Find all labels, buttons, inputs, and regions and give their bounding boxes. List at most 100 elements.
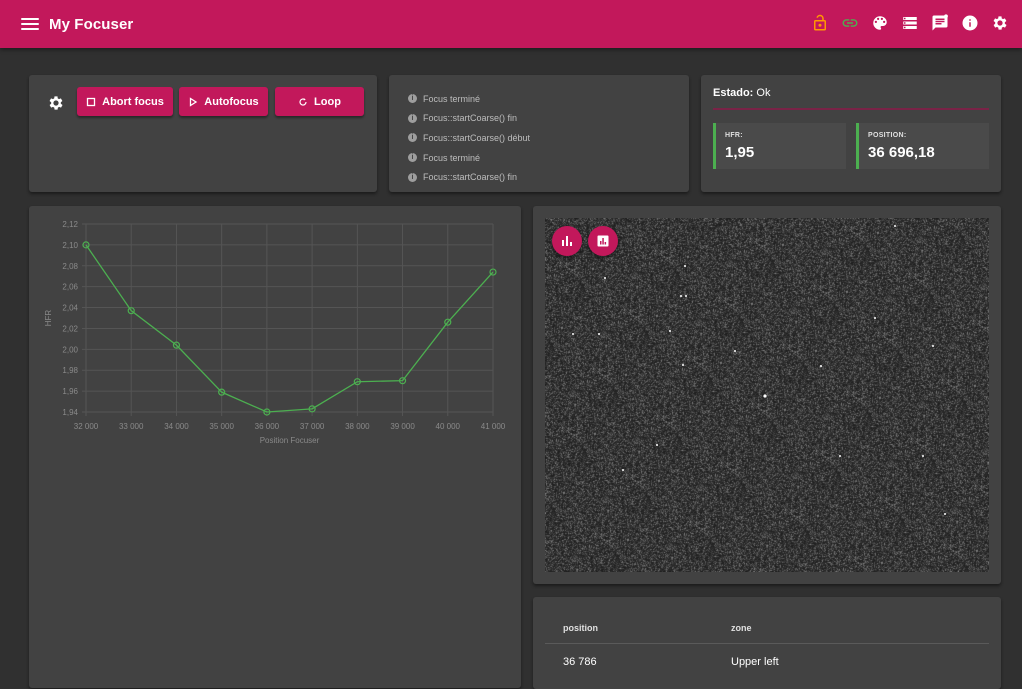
y-tick-label: 2,08 xyxy=(62,262,78,271)
status-label: Estado: xyxy=(713,87,754,99)
info-icon: i xyxy=(408,94,417,104)
log-item: i Focus::startCoarse() début xyxy=(408,128,530,148)
info-icon: i xyxy=(408,133,417,143)
info-icon: i xyxy=(408,153,417,163)
table-row[interactable]: 36 786 Upper left xyxy=(545,644,989,681)
star xyxy=(572,333,574,335)
position-tile: POSITION: 36 696,18 xyxy=(856,123,989,169)
palette-icon[interactable] xyxy=(870,13,890,33)
log-item: i Focus::startCoarse() fin xyxy=(408,109,530,129)
star xyxy=(604,277,606,279)
log-item: i Focus::startCoarse() fin xyxy=(408,167,530,187)
stop-icon xyxy=(86,97,96,106)
star xyxy=(839,455,841,457)
status-card: Estado: Ok HFR: 1,95 POSITION: 36 696,18 xyxy=(701,75,1001,192)
star xyxy=(669,330,671,332)
x-tick-label: 33 000 xyxy=(119,422,144,431)
abort-focus-button[interactable]: Abort focus xyxy=(77,87,173,116)
column-header-position[interactable]: position xyxy=(545,613,713,644)
focus-table: position zone 36 786 Upper left xyxy=(545,613,989,680)
status-divider xyxy=(713,108,989,110)
x-tick-label: 32 000 xyxy=(74,422,99,431)
status-line: Estado: Ok xyxy=(713,87,770,99)
star xyxy=(944,513,946,515)
cell-position: 36 786 xyxy=(563,656,597,668)
star xyxy=(684,265,686,267)
star xyxy=(820,365,822,367)
focus-curve-card: 32 000 33 000 34 000 35 000 36 000 37 000 38 0… xyxy=(29,206,521,688)
star xyxy=(734,350,736,352)
app-bar: My Focuser xyxy=(0,0,1022,48)
settings-icon[interactable] xyxy=(47,94,65,112)
star xyxy=(598,333,600,335)
settings-icon[interactable] xyxy=(990,13,1010,33)
menu-icon[interactable] xyxy=(21,15,39,33)
hfr-label: HFR: xyxy=(725,132,743,139)
y-tick-label: 2,10 xyxy=(62,241,78,250)
list-icon[interactable] xyxy=(900,13,920,33)
x-tick-label: 38 000 xyxy=(345,422,370,431)
info-icon: i xyxy=(408,172,417,182)
info-icon: i xyxy=(408,113,417,123)
link-icon[interactable] xyxy=(840,13,860,33)
x-tick-label: 37 000 xyxy=(300,422,325,431)
star xyxy=(680,295,682,297)
x-tick-label: 34 000 xyxy=(164,422,189,431)
y-tick-label: 2,04 xyxy=(62,304,78,313)
star xyxy=(932,345,934,347)
star xyxy=(763,394,767,398)
info-icon[interactable] xyxy=(960,13,980,33)
y-tick-label: 2,06 xyxy=(62,283,78,292)
focus-curve-chart: 32 000 33 000 34 000 35 000 36 000 37 000 38 0… xyxy=(44,220,506,445)
autofocus-button[interactable]: Autofocus xyxy=(179,87,268,116)
hfr-value: 1,95 xyxy=(725,144,755,161)
star xyxy=(874,317,876,319)
statistics-button[interactable] xyxy=(588,226,618,256)
histogram-button[interactable] xyxy=(552,226,582,256)
autofocus-label: Autofocus xyxy=(204,95,259,108)
app-title: My Focuser xyxy=(49,15,134,33)
position-label: POSITION: xyxy=(868,132,907,139)
x-tick-label: 41 000 xyxy=(481,422,506,431)
y-tick-label: 2,02 xyxy=(62,324,78,333)
stars-layer xyxy=(572,225,946,515)
refresh-icon xyxy=(299,97,307,106)
analytics-icon xyxy=(597,235,609,247)
focus-table-card: position zone 36 786 Upper left xyxy=(533,597,1001,689)
hfr-tile: HFR: 1,95 xyxy=(713,123,846,169)
x-tick-label: 40 000 xyxy=(436,422,461,431)
x-tick-label: 35 000 xyxy=(209,422,234,431)
star xyxy=(622,469,624,471)
loop-label: Loop xyxy=(314,95,341,108)
star xyxy=(682,364,684,366)
star xyxy=(922,455,924,457)
y-tick-label: 1,96 xyxy=(62,387,78,396)
y-tick-label: 1,98 xyxy=(62,366,78,375)
y-tick-label: 2,00 xyxy=(62,345,78,354)
x-axis-title: Position Focuser xyxy=(260,436,320,445)
cell-zone: Upper left xyxy=(731,656,779,668)
bar-chart-icon xyxy=(562,236,572,246)
message-icon[interactable] xyxy=(930,13,950,33)
toolbar xyxy=(810,13,1010,33)
column-header-zone[interactable]: zone xyxy=(713,613,989,644)
lock-open-icon[interactable] xyxy=(810,13,830,33)
status-value: Ok xyxy=(756,87,771,99)
y-axis-title: HFR xyxy=(44,310,53,327)
play-icon xyxy=(190,96,198,107)
x-tick-label: 39 000 xyxy=(390,422,415,431)
y-tick-label: 1,94 xyxy=(62,408,78,417)
abort-focus-label: Abort focus xyxy=(102,95,164,108)
y-tick-label: 2,12 xyxy=(62,220,78,229)
star xyxy=(894,225,896,227)
log-item: i Focus terminé xyxy=(408,148,530,168)
position-value: 36 696,18 xyxy=(868,144,935,161)
star xyxy=(685,295,687,297)
focus-controls-card: Abort focus Autofocus Loop xyxy=(29,75,377,192)
x-tick-label: 36 000 xyxy=(255,422,280,431)
log-card: i Focus terminé i Focus::startCoarse() fin… xyxy=(389,75,689,192)
log-item: i Focus terminé xyxy=(408,89,530,109)
loop-button[interactable]: Loop xyxy=(275,87,364,116)
image-card xyxy=(533,206,1001,584)
star xyxy=(656,444,658,446)
